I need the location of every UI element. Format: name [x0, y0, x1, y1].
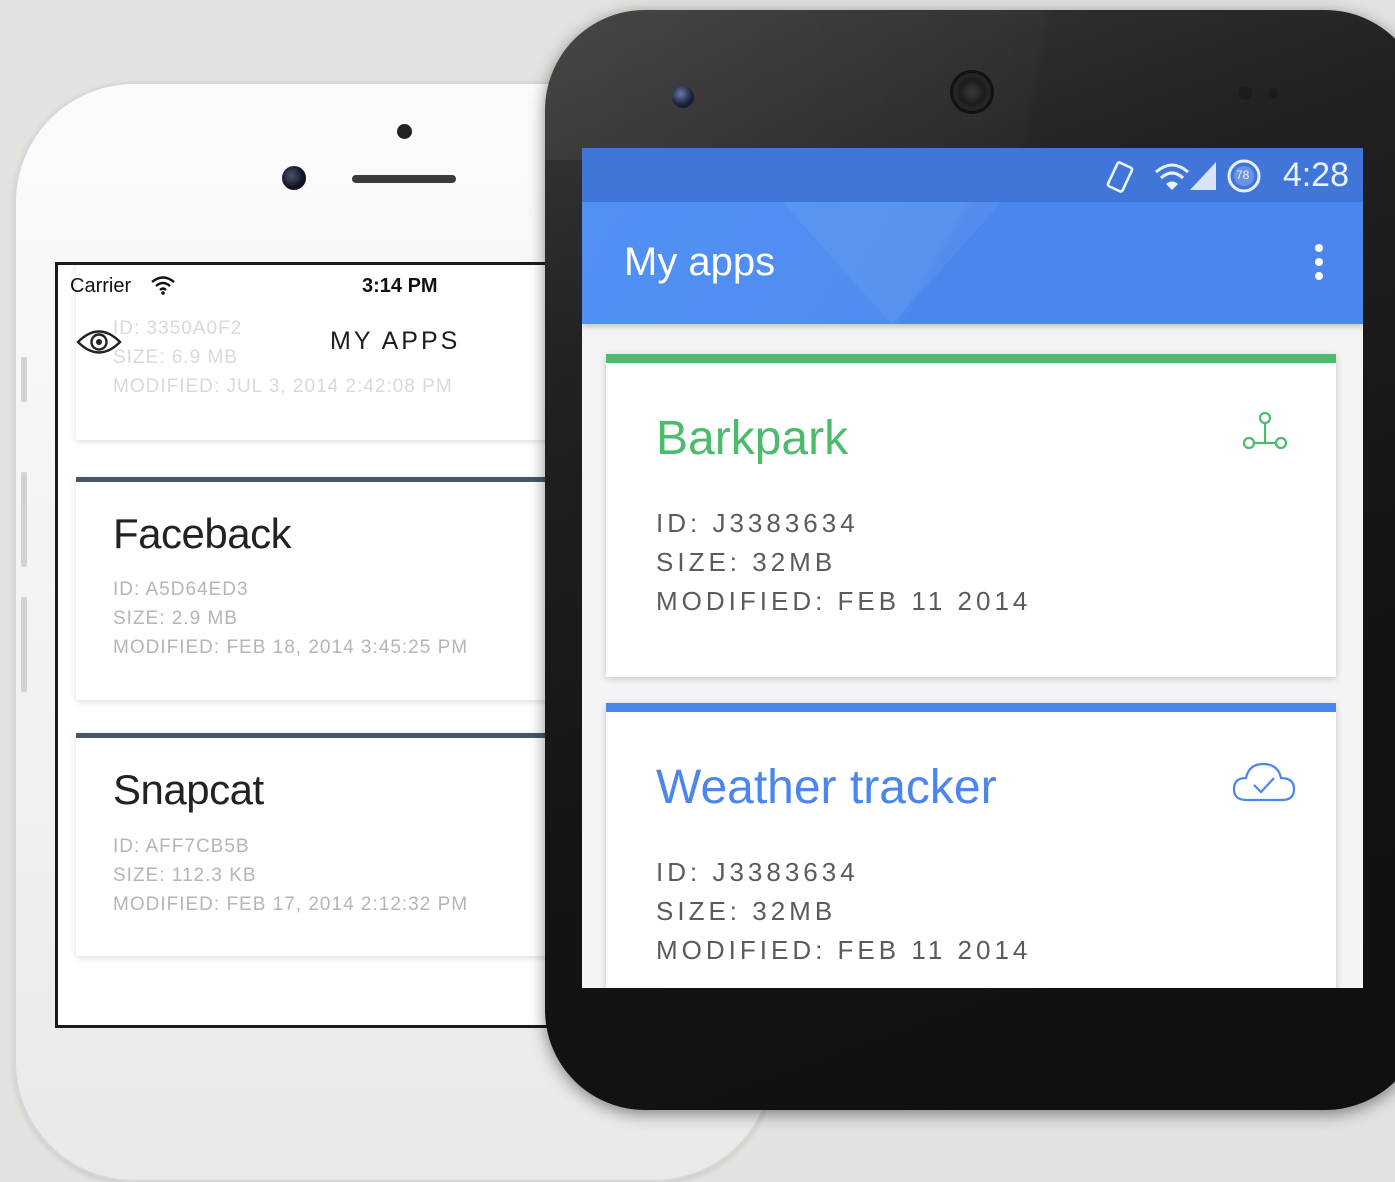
wifi-icon	[150, 275, 176, 300]
overflow-menu-icon[interactable]	[1313, 244, 1325, 286]
signal-icon	[1190, 162, 1216, 190]
cloud-check-icon[interactable]	[1232, 760, 1296, 809]
app-size: SIZE: 32MB	[656, 547, 837, 577]
app-name: Weather tracker	[656, 761, 997, 814]
front-camera	[282, 166, 306, 190]
earpiece-speaker	[950, 70, 994, 114]
page-title: My apps	[624, 240, 776, 284]
list-item[interactable]: Weather tracker ID: J3383634 SIZE: 32MB …	[606, 703, 1336, 988]
battery-level: 78	[1236, 168, 1250, 182]
app-name: Faceback	[113, 510, 292, 557]
proximity-sensor	[397, 124, 412, 139]
proximity-sensor	[1268, 88, 1278, 98]
app-id: ID: A5D64ED3	[113, 579, 249, 600]
carrier-label: Carrier	[70, 275, 132, 297]
app-modified: MODIFIED: FEB 18, 2014 3:45:25 PM	[113, 637, 469, 658]
status-time: 3:14 PM	[362, 275, 438, 297]
app-toolbar: My apps	[582, 202, 1363, 324]
app-modified: MODIFIED: JUL 3, 2014 2:42:08 PM	[113, 376, 453, 397]
app-modified: MODIFIED: FEB 11 2014	[656, 586, 1032, 616]
wifi-icon	[1155, 163, 1189, 190]
branch-icon[interactable]	[1242, 411, 1288, 460]
app-name: Barkpark	[656, 412, 849, 465]
volume-down-button	[21, 597, 27, 692]
eye-icon[interactable]	[76, 327, 122, 362]
app-modified: MODIFIED: FEB 17, 2014 2:12:32 PM	[113, 894, 469, 915]
volume-up-button	[21, 472, 27, 567]
mute-switch	[21, 357, 27, 402]
android-screen: 78 4:28 My apps Barkpark ID: J3383634 SI…	[582, 148, 1363, 988]
status-time: 4:28	[1282, 156, 1349, 194]
app-id: ID: J3383634	[656, 857, 859, 887]
app-size: SIZE: 112.3 KB	[113, 865, 257, 886]
app-id: ID: J3383634	[656, 508, 859, 538]
light-sensor	[1238, 86, 1252, 100]
android-status-bar: 78 4:28	[582, 148, 1363, 202]
page-title: MY APPS	[330, 327, 461, 355]
app-modified: MODIFIED: FEB 11 2014	[656, 935, 1032, 965]
front-camera	[672, 86, 694, 108]
app-id: ID: AFF7CB5B	[113, 836, 250, 857]
toolbar-decoration	[782, 202, 1002, 324]
list-item[interactable]: Barkpark ID: J3383634 SIZE: 32MB MODIFIE…	[606, 354, 1336, 677]
earpiece-speaker	[352, 175, 456, 183]
app-size: SIZE: 32MB	[656, 896, 837, 926]
rotate-icon	[1106, 161, 1134, 193]
app-size: SIZE: 2.9 MB	[113, 608, 238, 629]
app-name: Snapcat	[113, 766, 264, 813]
